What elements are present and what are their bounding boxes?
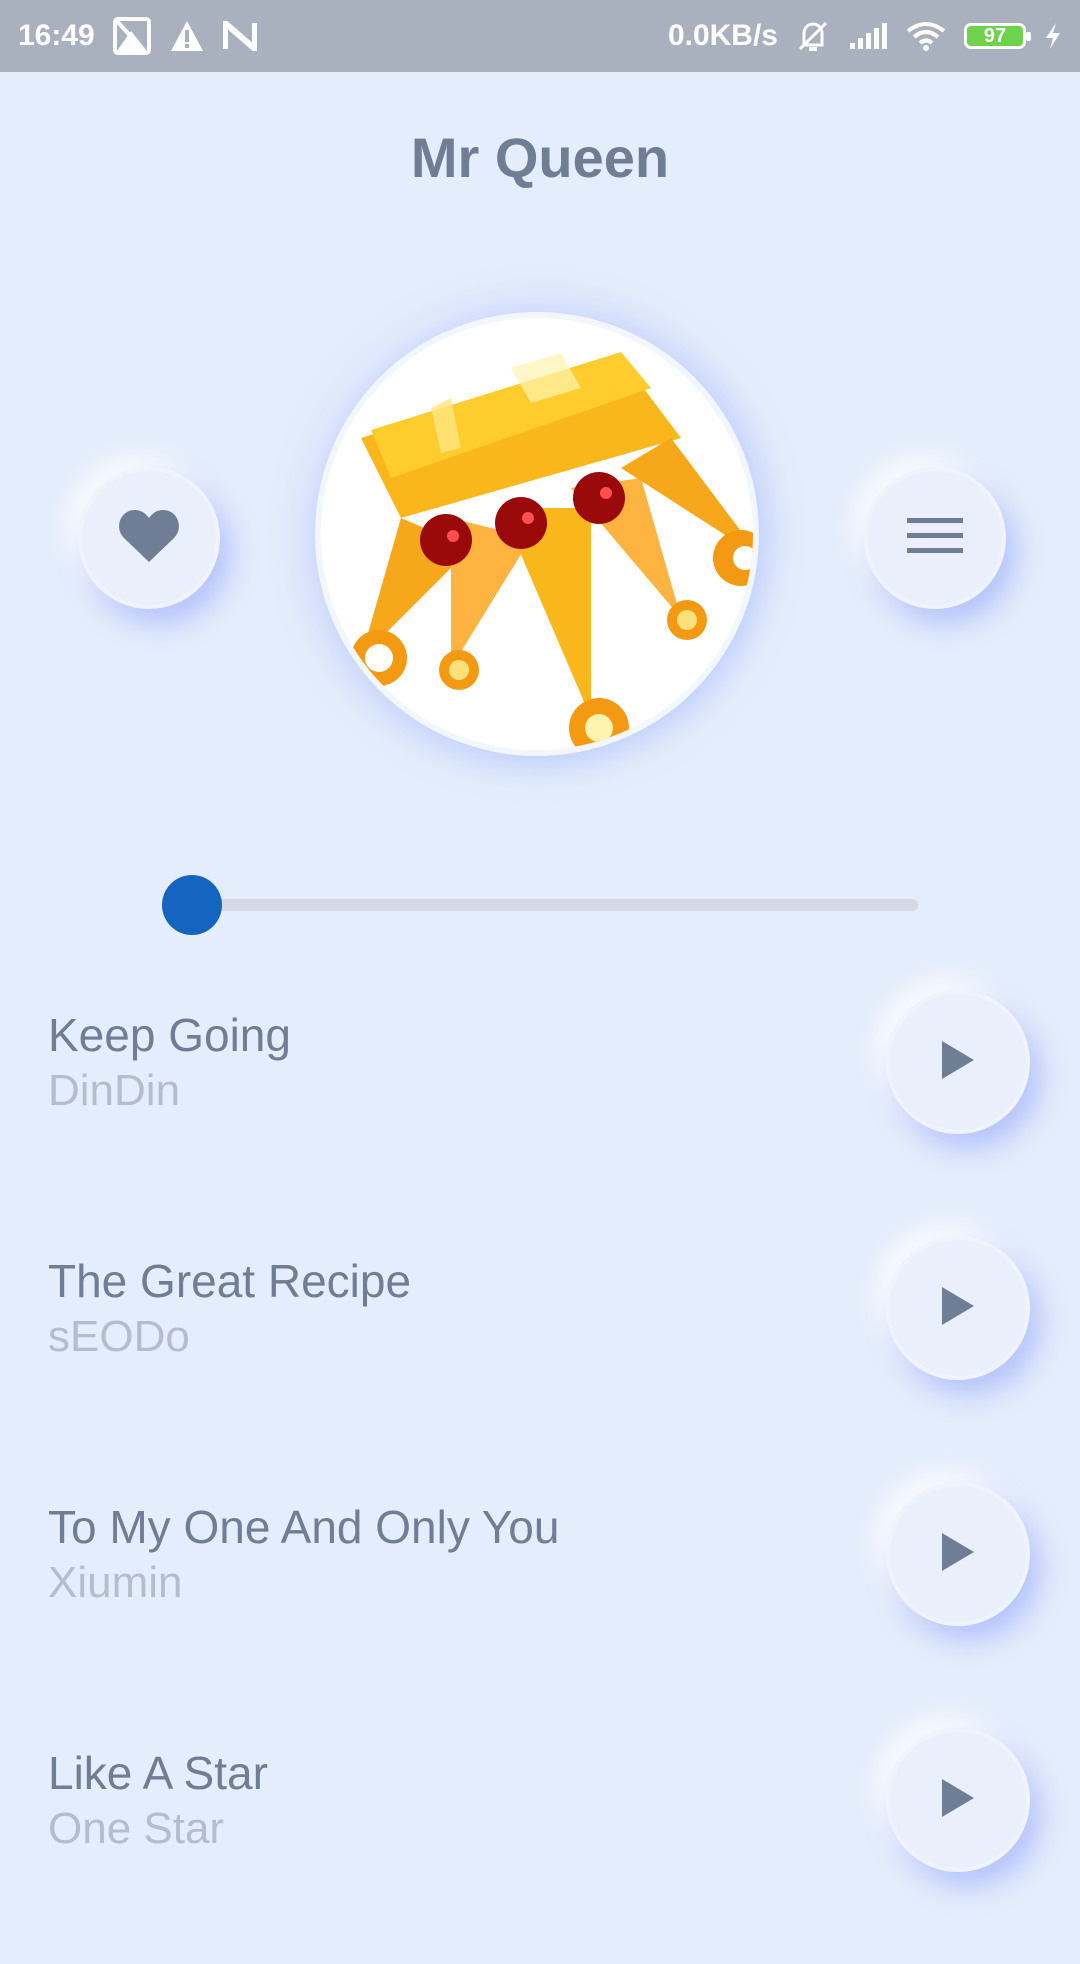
n-icon <box>222 21 257 51</box>
favorite-button[interactable] <box>78 467 220 609</box>
play-button[interactable] <box>886 1236 1030 1380</box>
status-time: 16:49 <box>18 19 95 52</box>
battery-level: 97 <box>983 24 1007 47</box>
battery-icon: 97 <box>964 23 1031 49</box>
warning-icon <box>169 19 205 53</box>
status-bar: 16:49 0.0KB/s 97 <box>0 0 1080 72</box>
status-right: 0.0KB/s 97 <box>668 19 1062 53</box>
song-artist: sEODo <box>48 1312 190 1361</box>
slider-thumb[interactable] <box>162 875 223 935</box>
album-art <box>315 312 759 756</box>
play-icon <box>940 1285 976 1332</box>
song-title: Keep Going <box>48 1009 291 1061</box>
play-button[interactable] <box>886 990 1030 1134</box>
menu-button[interactable] <box>864 467 1006 609</box>
menu-icon <box>907 516 963 561</box>
play-icon <box>940 1039 976 1086</box>
song-title: Like A Star <box>48 1747 268 1799</box>
play-button[interactable] <box>886 1728 1030 1872</box>
gallery-icon <box>112 17 151 55</box>
net-speed: 0.0KB/s <box>667 19 778 52</box>
mute-icon <box>796 19 830 53</box>
list-item[interactable]: To My One And Only You Xiumin <box>0 1472 1080 1718</box>
song-artist: One Star <box>48 1804 225 1853</box>
song-artist: Xiumin <box>48 1558 183 1607</box>
crown-illustration <box>321 318 753 750</box>
song-artist: DinDin <box>48 1066 181 1115</box>
song-title: To My One And Only You <box>48 1501 560 1553</box>
heart-icon <box>118 508 180 569</box>
list-item[interactable]: The Great Recipe sEODo <box>0 1226 1080 1472</box>
progress-slider[interactable] <box>162 875 918 935</box>
page-title: Mr Queen <box>410 126 670 189</box>
list-item[interactable]: Like A Star One Star <box>0 1718 1080 1964</box>
charging-icon <box>1044 21 1062 51</box>
wifi-icon <box>906 21 946 51</box>
song-title: The Great Recipe <box>48 1255 412 1307</box>
play-icon <box>940 1531 976 1578</box>
play-button[interactable] <box>886 1482 1030 1626</box>
signal-icon <box>848 21 888 51</box>
list-item[interactable]: Keep Going DinDin <box>0 980 1080 1226</box>
status-left: 16:49 <box>18 17 257 55</box>
play-icon <box>940 1777 976 1824</box>
slider-track[interactable] <box>170 899 918 911</box>
